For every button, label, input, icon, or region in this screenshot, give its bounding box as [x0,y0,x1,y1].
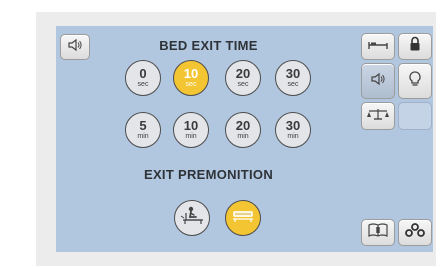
option-value: 10 [183,118,199,133]
bed-exit-time-option-30-sec[interactable]: 30 sec [275,60,311,96]
option-value: 0 [139,66,147,81]
lightbulb-icon [408,70,422,93]
manual-book-icon [367,222,389,243]
option-value: 30 [285,66,301,81]
option-unit: min [237,133,249,140]
option-unit: min [185,133,197,140]
lock-button[interactable] [398,33,432,60]
scale-icon [366,107,390,126]
bed-exit-time-option-0-sec[interactable]: 0 sec [125,60,161,96]
option-unit: sec [237,81,249,88]
exit-premonition-title: EXIT PREMONITION [143,167,274,182]
settings-button[interactable] [398,219,432,246]
bed-exit-alarm-icon [230,206,256,231]
volume-settings-button[interactable] [361,63,395,99]
scale-button[interactable] [361,102,395,130]
option-value: 20 [235,66,251,81]
lock-icon [408,36,422,57]
option-unit: sec [185,81,197,88]
night-light-button[interactable] [398,63,432,99]
bed-icon [367,38,389,56]
bed-exit-time-option-30-min[interactable]: 30 min [275,112,311,148]
option-unit: min [137,133,149,140]
option-unit: sec [137,81,149,88]
settings-dots-icon [404,222,426,243]
patient-sitting-up-icon [179,205,205,232]
option-unit: sec [287,81,299,88]
option-unit: min [287,133,299,140]
manual-button[interactable] [361,219,395,246]
speaker-icon [370,72,386,91]
bed-exit-time-option-10-sec[interactable]: 10 sec [173,60,209,96]
bed-exit-time-option-20-min[interactable]: 20 min [225,112,261,148]
option-value: 30 [285,118,301,133]
option-value: 20 [235,118,251,133]
bed-exit-time-option-10-min[interactable]: 10 min [173,112,209,148]
premonition-option-sitting-up[interactable] [174,200,210,236]
bed-exit-time-option-5-min[interactable]: 5 min [125,112,161,148]
bed-exit-time-option-20-sec[interactable]: 20 sec [225,60,261,96]
bed-exit-time-title: BED EXIT TIME [159,38,258,53]
option-value: 10 [183,66,199,81]
bed-position-button[interactable] [361,33,395,60]
empty-slot [398,102,432,130]
premonition-option-exit-alarm[interactable] [225,200,261,236]
option-value: 5 [139,118,147,133]
